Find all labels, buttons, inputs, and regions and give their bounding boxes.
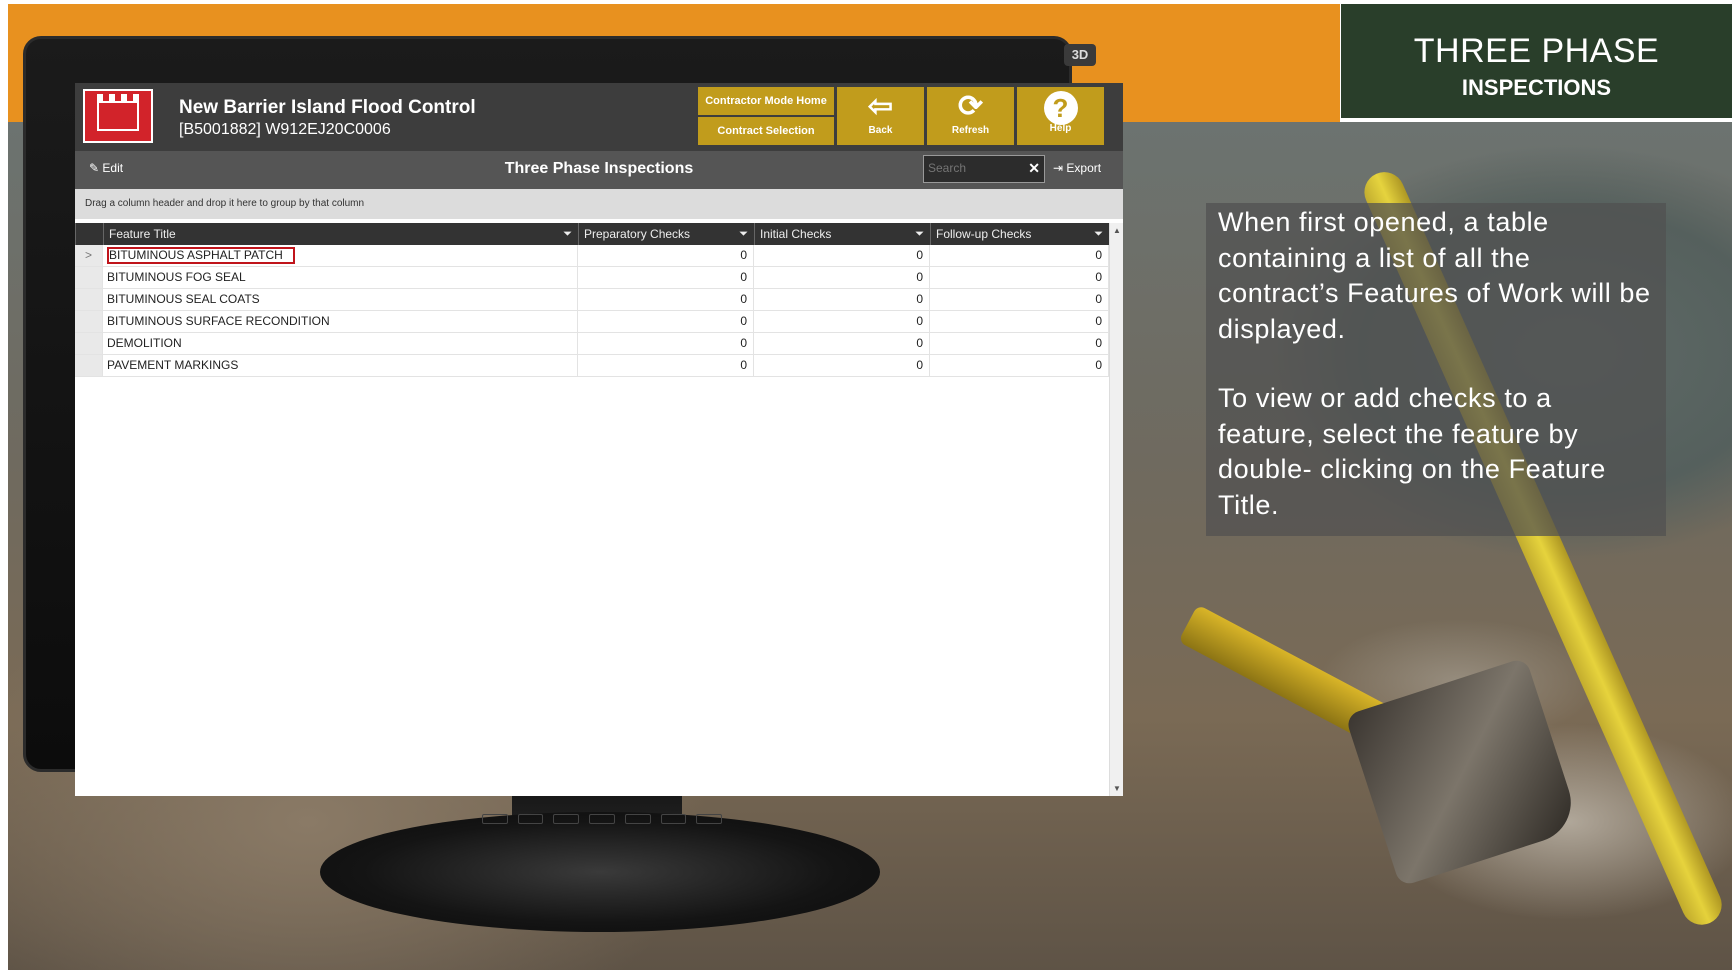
export-button[interactable]: ⇥ Export — [1053, 161, 1101, 175]
excavator-bucket — [1344, 657, 1582, 887]
column-header-preparatory-checks[interactable]: Preparatory Checks ⏷ — [578, 223, 754, 245]
refresh-label: Refresh — [951, 125, 990, 136]
back-arrow-icon: ⇦ — [867, 90, 894, 123]
initial-checks-cell: 0 — [754, 311, 930, 332]
refresh-icon: ⟳ — [957, 90, 984, 123]
preparatory-checks-cell: 0 — [578, 311, 754, 332]
column-label: Feature Title — [109, 227, 176, 241]
contractor-mode-home-button[interactable]: Contractor Mode Home — [698, 87, 834, 115]
feature-title-cell[interactable]: DEMOLITION — [103, 333, 578, 354]
bezel-button — [589, 814, 615, 824]
3d-badge: 3D — [1064, 44, 1096, 66]
filter-icon[interactable]: ⏷ — [739, 223, 748, 245]
filter-icon[interactable]: ⏷ — [563, 223, 572, 245]
filter-icon[interactable]: ⏷ — [1094, 223, 1103, 245]
search-box: ✕ — [923, 155, 1045, 183]
indicator-header — [75, 223, 103, 245]
info-box: When first opened, a table containing a … — [1206, 203, 1666, 536]
app-header: New Barrier Island Flood Control [B50018… — [75, 83, 1123, 151]
row-indicator — [75, 333, 103, 354]
table-row[interactable]: DEMOLITION 0 0 0 — [75, 333, 1109, 355]
contract-selection-button[interactable]: Contract Selection — [698, 117, 834, 145]
project-code: [B5001882] W912EJ20C0006 — [179, 121, 391, 138]
preparatory-checks-cell: 0 — [578, 267, 754, 288]
initial-checks-cell: 0 — [754, 333, 930, 354]
help-button[interactable]: ? Help — [1017, 87, 1104, 145]
export-label: Export — [1066, 161, 1102, 175]
column-header-initial-checks[interactable]: Initial Checks ⏷ — [754, 223, 930, 245]
follow-up-checks-cell: 0 — [930, 355, 1109, 376]
row-indicator — [75, 289, 103, 310]
initial-checks-cell: 0 — [754, 245, 930, 266]
table-row[interactable]: > BITUMINOUS ASPHALT PATCH 0 0 0 — [75, 245, 1109, 267]
table-row[interactable]: BITUMINOUS SURFACE RECONDITION 0 0 0 — [75, 311, 1109, 333]
preparatory-checks-cell: 0 — [578, 245, 754, 266]
follow-up-checks-cell: 0 — [930, 267, 1109, 288]
back-label: Back — [868, 125, 893, 136]
castle-icon — [97, 94, 139, 131]
table-row[interactable]: BITUMINOUS SEAL COATS 0 0 0 — [75, 289, 1109, 311]
column-label: Preparatory Checks — [584, 227, 691, 241]
export-icon: ⇥ — [1053, 161, 1064, 175]
table-row[interactable]: BITUMINOUS FOG SEAL 0 0 0 — [75, 267, 1109, 289]
filter-icon[interactable]: ⏷ — [915, 223, 924, 245]
row-indicator — [75, 355, 103, 376]
search-input[interactable] — [924, 156, 1028, 180]
selected-feature-title[interactable]: BITUMINOUS ASPHALT PATCH — [107, 247, 295, 264]
feature-title-cell[interactable]: BITUMINOUS ASPHALT PATCH — [103, 245, 578, 266]
feature-title-cell[interactable]: BITUMINOUS SURFACE RECONDITION — [103, 311, 578, 332]
refresh-button[interactable]: ⟳ Refresh — [927, 87, 1014, 145]
follow-up-checks-cell: 0 — [930, 311, 1109, 332]
bezel-button — [660, 814, 687, 824]
row-indicator: > — [75, 245, 103, 266]
bezel-button — [696, 814, 723, 824]
project-name: New Barrier Island Flood Control — [179, 97, 476, 118]
initial-checks-cell: 0 — [754, 355, 930, 376]
help-label: Help — [1049, 123, 1072, 134]
follow-up-checks-cell: 0 — [930, 333, 1109, 354]
preparatory-checks-cell: 0 — [578, 355, 754, 376]
feature-title-cell[interactable]: BITUMINOUS SEAL COATS — [103, 289, 578, 310]
bezel-button — [482, 814, 508, 824]
slide-subtitle: INSPECTIONS — [1461, 75, 1612, 100]
help-icon: ? — [1043, 91, 1078, 125]
feature-title-cell[interactable]: PAVEMENT MARKINGS — [103, 355, 578, 376]
app-screen: New Barrier Island Flood Control [B50018… — [75, 83, 1123, 796]
usace-logo — [83, 89, 153, 143]
row-indicator — [75, 267, 103, 288]
column-header-feature-title[interactable]: Feature Title ⏷ — [103, 223, 578, 245]
scroll-down-icon[interactable]: ▼ — [1113, 784, 1121, 793]
preparatory-checks-cell: 0 — [578, 333, 754, 354]
table-row[interactable]: PAVEMENT MARKINGS 0 0 0 — [75, 355, 1109, 377]
bezel-buttons — [482, 814, 723, 834]
column-label: Initial Checks — [760, 227, 832, 241]
back-button[interactable]: ⇦ Back — [837, 87, 924, 145]
bezel-button — [517, 814, 544, 824]
initial-checks-cell: 0 — [754, 267, 930, 288]
follow-up-checks-cell: 0 — [930, 245, 1109, 266]
slide-title: THREE PHASE — [1413, 32, 1660, 70]
bezel-button — [553, 814, 580, 824]
close-icon[interactable]: ✕ — [1028, 160, 1040, 177]
row-indicator — [75, 311, 103, 332]
scroll-up-icon[interactable]: ▲ — [1113, 226, 1121, 235]
table-header: Feature Title ⏷ Preparatory Checks ⏷ Initi… — [75, 223, 1109, 245]
initial-checks-cell: 0 — [754, 289, 930, 310]
column-header-follow-up-checks[interactable]: Follow-up Checks ⏷ — [930, 223, 1109, 245]
group-by-bar[interactable]: Drag a column header and drop it here to… — [75, 189, 1123, 219]
follow-up-checks-cell: 0 — [930, 289, 1109, 310]
toolbar: ✎ Edit Three Phase Inspections ✕ ⇥ Expor… — [75, 151, 1123, 189]
column-label: Follow-up Checks — [936, 227, 1032, 241]
vertical-scrollbar[interactable]: ▲ ▼ — [1109, 223, 1123, 796]
bezel-button — [624, 814, 651, 824]
features-table: Feature Title ⏷ Preparatory Checks ⏷ Initi… — [75, 223, 1109, 377]
preparatory-checks-cell: 0 — [578, 289, 754, 310]
slide-title-box: THREE PHASE INSPECTIONS — [1341, 4, 1732, 118]
feature-title-cell[interactable]: BITUMINOUS FOG SEAL — [103, 267, 578, 288]
info-paragraph: When first opened, a table containing a … — [1218, 207, 1651, 344]
info-paragraph: To view or add checks to a feature, sele… — [1218, 383, 1606, 520]
